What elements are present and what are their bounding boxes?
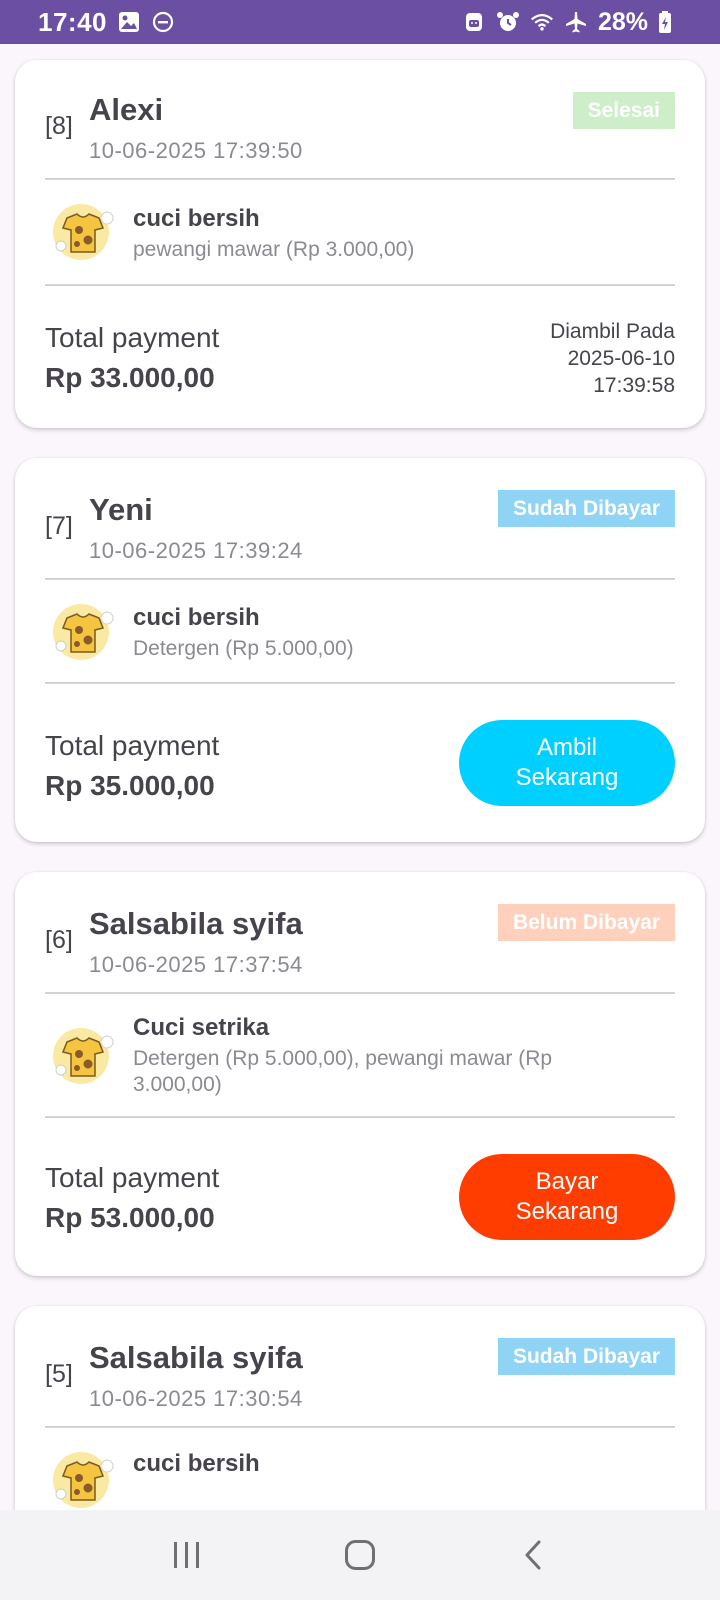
order-card[interactable]: [5] Salsabila syifa 10-06-2025 17:30:54 … [15, 1306, 705, 1510]
order-number: [8] [45, 112, 73, 140]
order-number: [6] [45, 926, 73, 954]
divider [45, 284, 675, 286]
battery-level: 28% [597, 7, 648, 36]
total-amount: Rp 35.000,00 [45, 770, 215, 801]
do-not-disturb-icon [151, 10, 175, 34]
order-card[interactable]: [8] Alexi 10-06-2025 17:39:50 Selesai cu… [15, 60, 705, 428]
service-name: cuci bersih [133, 205, 260, 232]
order-card[interactable]: [6] Salsabila syifa 10-06-2025 17:37:54 … [15, 872, 705, 1276]
service-extras: Detergen (Rp 5.000,00), pewangi mawar (R… [133, 1047, 553, 1096]
back-icon[interactable] [503, 1525, 563, 1585]
picked-up-date: 2025-06-10 [567, 347, 675, 370]
order-datetime: 10-06-2025 17:30:54 [89, 1386, 303, 1411]
picked-up-info: Diambil Pada 2025-06-10 17:39:58 [550, 318, 675, 399]
customer-name: Salsabila syifa [89, 1340, 303, 1375]
customer-name: Salsabila syifa [89, 906, 303, 941]
clock: 17:40 [38, 6, 107, 37]
airplane-icon [564, 10, 588, 34]
service-name: cuci bersih [133, 604, 260, 631]
home-icon[interactable] [330, 1525, 390, 1585]
laundry-shirt-icon [47, 596, 119, 668]
customer-name: Alexi [89, 92, 164, 127]
total-amount: Rp 33.000,00 [45, 362, 215, 393]
laundry-shirt-icon [47, 1020, 119, 1092]
order-list[interactable]: [8] Alexi 10-06-2025 17:39:50 Selesai cu… [0, 44, 720, 1510]
navigation-bar [0, 1510, 720, 1600]
order-datetime: 10-06-2025 17:39:50 [89, 138, 303, 163]
button-label-line2: Sekarang [515, 1198, 619, 1225]
button-label-line2: Sekarang [515, 764, 619, 791]
pickup-now-button[interactable]: Ambil Sekarang [459, 720, 675, 806]
button-label-line1: Ambil [536, 734, 597, 761]
total-label: Total payment [45, 322, 220, 353]
android-icon [462, 10, 486, 34]
status-badge: Sudah Dibayar [497, 1338, 675, 1375]
status-badge: Belum Dibayar [497, 904, 675, 941]
button-label-line1: Bayar [535, 1168, 599, 1195]
total-label: Total payment [45, 1162, 220, 1193]
service-name: Cuci setrika [133, 1014, 270, 1041]
divider [45, 992, 675, 994]
service-name: cuci bersih [133, 1450, 260, 1477]
battery-charging-icon [658, 10, 672, 34]
order-card[interactable]: [7] Yeni 10-06-2025 17:39:24 Sudah Dibay… [15, 458, 705, 842]
order-datetime: 10-06-2025 17:39:24 [89, 538, 303, 563]
order-datetime: 10-06-2025 17:37:54 [89, 952, 303, 977]
wifi-icon [530, 10, 554, 34]
recent-apps-icon[interactable] [157, 1525, 217, 1585]
divider [45, 578, 675, 580]
picked-up-label: Diambil Pada [550, 320, 675, 343]
alarm-icon [496, 10, 520, 34]
status-bar: 17:40 28% [0, 0, 720, 44]
order-number: [7] [45, 512, 73, 540]
total-amount: Rp 53.000,00 [45, 1202, 215, 1233]
image-icon [117, 10, 141, 34]
divider [45, 178, 675, 180]
status-badge: Sudah Dibayar [497, 490, 675, 527]
service-extras: pewangi mawar (Rp 3.000,00) [133, 238, 415, 261]
picked-up-time: 17:39:58 [593, 374, 675, 397]
order-number: [5] [45, 1360, 73, 1388]
divider [45, 1116, 675, 1118]
laundry-shirt-icon [47, 1444, 119, 1510]
status-badge: Selesai [572, 92, 675, 129]
customer-name: Yeni [89, 492, 153, 527]
divider [45, 682, 675, 684]
service-extras: Detergen (Rp 5.000,00) [133, 637, 354, 660]
pay-now-button[interactable]: Bayar Sekarang [459, 1154, 675, 1240]
total-label: Total payment [45, 730, 220, 761]
laundry-shirt-icon [47, 196, 119, 268]
divider [45, 1426, 675, 1428]
